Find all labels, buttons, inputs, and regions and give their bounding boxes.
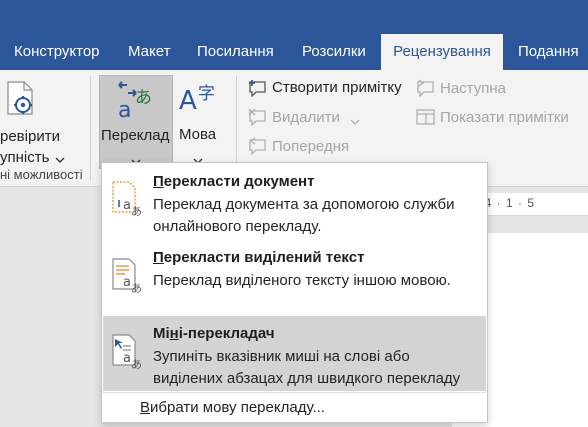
menu-item-title: Міні-перекладач (153, 325, 275, 342)
mini-translator-icon: a あ (111, 334, 145, 375)
previous-comment-label: Попередня (272, 138, 350, 155)
svg-text:a: a (123, 351, 131, 366)
chevron-down-icon (350, 113, 360, 131)
menu-item-title-prefix: Мі (153, 325, 170, 342)
show-comments-button: Показати примітки (414, 105, 584, 129)
menu-item-description: Зупиніть вказівник миші на слові або вид… (153, 348, 461, 387)
translate-dropdown-menu: a あ Перекласти документ Переклад докумен… (101, 162, 488, 423)
group-label-accessibility: ні можливості (0, 167, 83, 182)
menu-item-title-text: ерекласти документ (163, 173, 315, 190)
spellcheck-icon (6, 81, 36, 120)
translate-label: Переклад (101, 127, 170, 144)
menu-item-title-text: ибрати мову перекладу... (150, 399, 325, 416)
menu-item-title-text: ерекласти виділений текст (163, 249, 365, 266)
tab-layout[interactable]: Макет (128, 34, 170, 70)
svg-text:あ: あ (131, 358, 142, 370)
tab-design[interactable]: Конструктор (14, 34, 100, 70)
menu-item-title: Перекласти виділений текст (153, 249, 364, 266)
menu-item-description: Переклад документа за допомогою служби о… (153, 196, 455, 235)
spelling-label-line1: ревірити (0, 128, 60, 145)
menu-item-description: Переклад виділеного тексту іншою мовою. (153, 272, 451, 289)
svg-text:a: a (123, 275, 131, 290)
svg-text:あ: あ (131, 205, 142, 217)
tab-mailings[interactable]: Розсилки (302, 34, 366, 70)
new-comment-icon (248, 79, 268, 102)
accelerator-key: П (153, 173, 164, 190)
tab-references[interactable]: Посилання (197, 34, 274, 70)
previous-comment-button: Попередня (246, 134, 366, 158)
title-bar (0, 0, 588, 34)
delete-comment-label: Видалити (272, 109, 340, 126)
language-button[interactable]: A 字 Мова (176, 75, 222, 169)
delete-comment-button: Видалити (246, 105, 366, 129)
next-comment-icon (416, 79, 436, 102)
show-comments-label: Показати примітки (440, 109, 569, 126)
group-separator (90, 76, 91, 180)
svg-text:あ: あ (135, 88, 152, 108)
tab-view[interactable]: Подання (518, 34, 579, 70)
tab-review[interactable]: Рецензування (381, 34, 503, 70)
accelerator-key: н (169, 325, 179, 342)
svg-text:a: a (123, 198, 131, 213)
ribbon-tab-bar: Конструктор Макет Посилання Розсилки Рец… (0, 34, 588, 70)
next-comment-label: Наступна (440, 80, 506, 97)
svg-text:a: a (118, 98, 131, 121)
translate-document-icon: a あ (111, 181, 145, 222)
new-comment-label: Створити примітку (272, 79, 402, 96)
menu-item-translate-document[interactable]: a あ Перекласти документ Переклад докумен… (103, 164, 486, 240)
menu-item-title-text: і-перекладач (178, 325, 275, 342)
menu-item-translate-selection[interactable]: a あ Перекласти виділений текст Переклад … (103, 240, 486, 315)
translate-icon: a あ (116, 81, 156, 126)
new-comment-button[interactable]: Створити примітку (246, 76, 406, 100)
accelerator-key: В (140, 399, 151, 416)
translate-button[interactable]: a あ Переклад (99, 75, 173, 169)
show-comments-icon (416, 108, 436, 131)
menu-item-mini-translator[interactable]: a あ Міні-перекладач Зупиніть вказівник м… (103, 316, 486, 391)
translate-selection-icon: a あ (111, 258, 145, 299)
spelling-label-line2: упність (0, 149, 50, 166)
next-comment-button: Наступна (414, 76, 524, 100)
language-icon: A 字 (179, 79, 219, 124)
svg-text:A: A (179, 86, 197, 116)
menu-item-choose-translation-language[interactable]: Вибрати мову перекладу... (140, 399, 325, 416)
language-label: Мова (179, 126, 217, 143)
menu-divider (103, 392, 486, 393)
menu-item-title: Перекласти документ (153, 173, 314, 190)
svg-text:字: 字 (198, 84, 215, 104)
previous-comment-icon (248, 137, 268, 160)
delete-comment-icon (248, 108, 268, 131)
check-spelling-button[interactable]: ревірити упність (0, 76, 70, 170)
svg-text:あ: あ (131, 282, 142, 294)
accelerator-key: П (153, 249, 164, 266)
